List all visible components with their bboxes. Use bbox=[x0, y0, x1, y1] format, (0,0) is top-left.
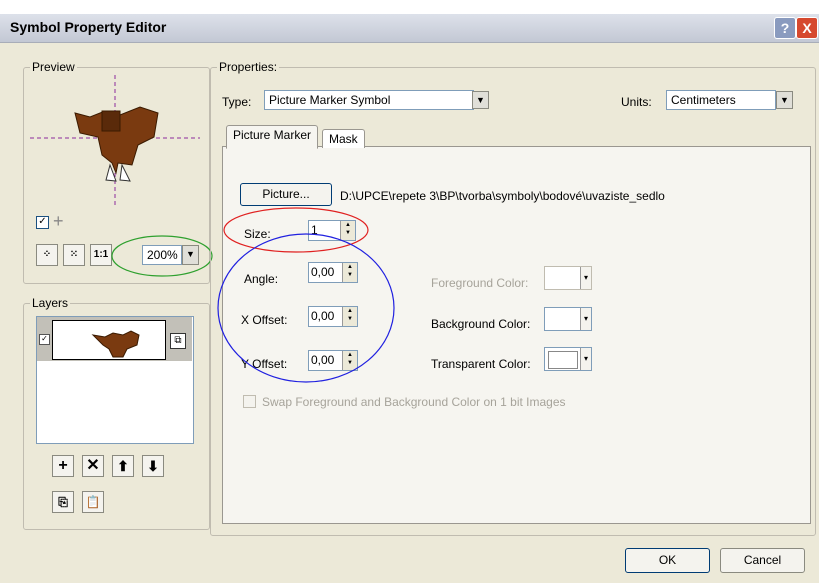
foreground-color-label: Foreground Color: bbox=[431, 276, 529, 290]
layer-thumbnail bbox=[52, 320, 166, 360]
foreground-dropdown-icon[interactable]: ▾ bbox=[580, 267, 591, 289]
transparent-color-label: Transparent Color: bbox=[431, 357, 531, 371]
copy-icon[interactable]: ⎘ bbox=[52, 491, 74, 513]
saddle-thumbnail-icon bbox=[91, 330, 140, 358]
type-dropdown-icon[interactable]: ▼ bbox=[472, 91, 489, 109]
units-dropdown-icon[interactable]: ▼ bbox=[776, 91, 793, 109]
annotation-green-ellipse bbox=[111, 235, 213, 277]
preview-checkbox[interactable]: ✓ bbox=[36, 216, 49, 229]
saddle-marker-icon bbox=[74, 106, 159, 182]
crosshair-icon[interactable]: + bbox=[53, 211, 64, 232]
cancel-button[interactable]: Cancel bbox=[720, 548, 805, 573]
swap-checkbox[interactable] bbox=[243, 395, 256, 408]
help-button[interactable]: ? bbox=[774, 17, 796, 39]
tab-picture-marker[interactable]: Picture Marker bbox=[226, 125, 319, 149]
units-combo[interactable]: Centimeters bbox=[666, 90, 776, 110]
properties-legend: Properties: bbox=[219, 60, 278, 74]
foreground-color-button[interactable]: ▾ bbox=[544, 266, 592, 290]
zoom-out-icon[interactable]: ⁙ bbox=[63, 244, 85, 266]
units-label: Units: bbox=[621, 95, 652, 109]
add-layer-icon[interactable]: + bbox=[52, 455, 74, 477]
swap-label: Swap Foreground and Background Color on … bbox=[262, 395, 566, 409]
tab-mask[interactable]: Mask bbox=[322, 129, 365, 148]
close-button[interactable]: X bbox=[796, 17, 818, 39]
transparent-dropdown-icon[interactable]: ▾ bbox=[580, 348, 591, 370]
zoom-in-icon[interactable]: ⁘ bbox=[36, 244, 58, 266]
paste-icon[interactable]: 📋 bbox=[82, 491, 104, 513]
transparent-color-button[interactable]: ▾ bbox=[544, 347, 592, 371]
type-combo[interactable]: Picture Marker Symbol bbox=[264, 90, 474, 110]
ok-button[interactable]: OK bbox=[625, 548, 710, 573]
picture-button[interactable]: Picture... bbox=[240, 183, 332, 206]
annotation-blue-ellipse bbox=[217, 233, 395, 383]
layer-lock-icon[interactable]: ⧉ bbox=[170, 333, 186, 349]
actual-size-icon[interactable]: 1:1 bbox=[90, 244, 112, 266]
layers-legend: Layers bbox=[32, 296, 69, 310]
preview-legend: Preview bbox=[32, 60, 75, 74]
window-title: Symbol Property Editor bbox=[10, 19, 167, 35]
move-up-icon[interactable]: ⬆ bbox=[112, 455, 134, 477]
background-dropdown-icon[interactable]: ▾ bbox=[580, 308, 591, 330]
layer-visible-checkbox[interactable]: ✓ bbox=[39, 334, 50, 345]
transparent-color-swatch bbox=[548, 351, 578, 369]
remove-layer-icon[interactable]: ✕ bbox=[82, 455, 104, 477]
picture-path: D:\UPCE\repete 3\BP\tvorba\symboly\bodov… bbox=[340, 189, 665, 203]
background-color-label: Background Color: bbox=[431, 317, 531, 331]
preview-canvas bbox=[30, 75, 200, 205]
background-color-button[interactable]: ▾ bbox=[544, 307, 592, 331]
type-label: Type: bbox=[222, 95, 252, 109]
move-down-icon[interactable]: ⬇ bbox=[142, 455, 164, 477]
